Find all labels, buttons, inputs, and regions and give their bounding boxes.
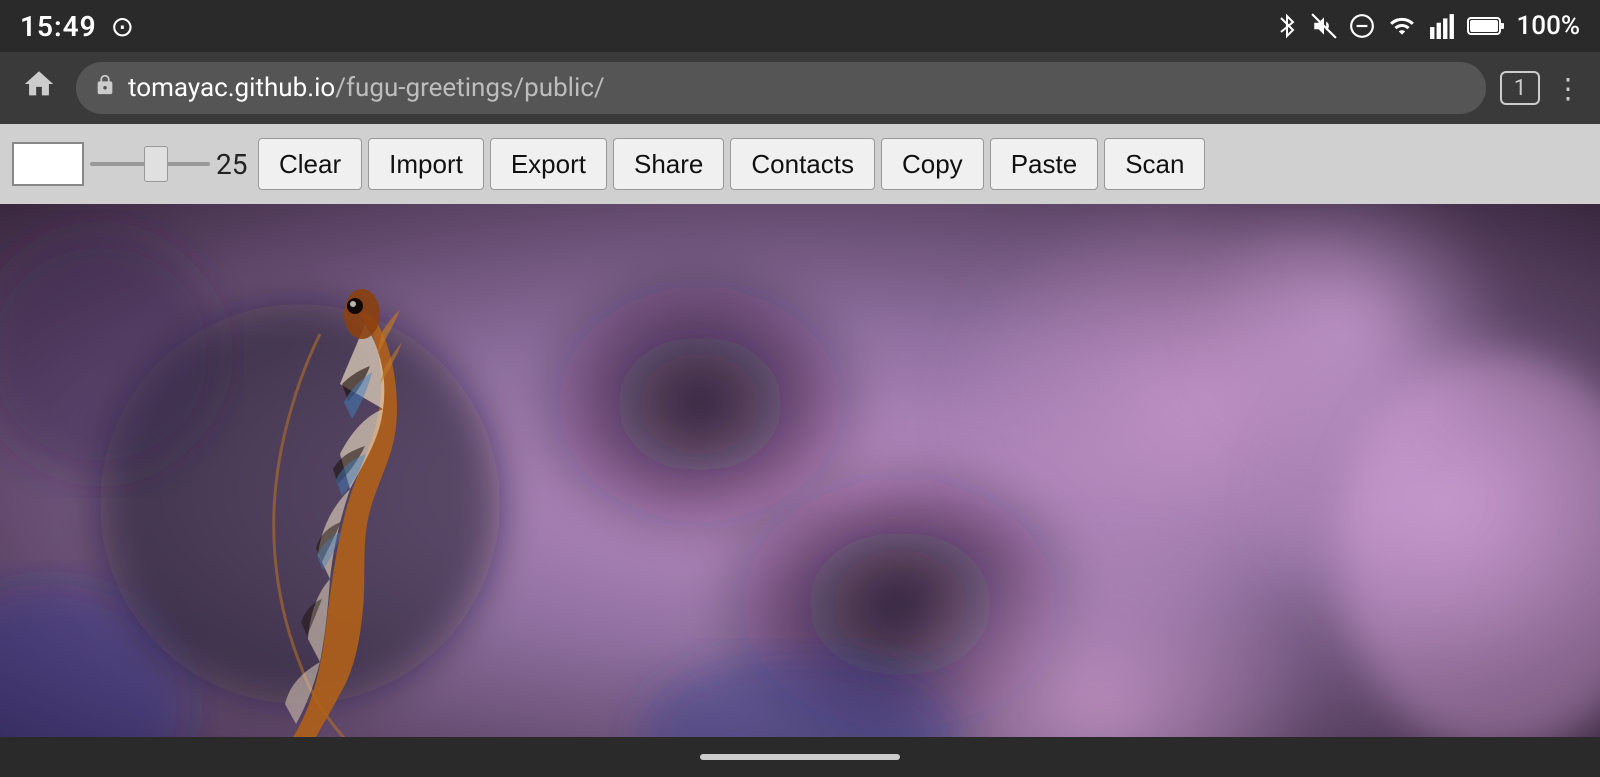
signal-icon: [1429, 13, 1455, 39]
url-text: tomayac.github.io/fugu-greetings/public/: [128, 73, 605, 103]
slider-thumb[interactable]: [144, 146, 168, 182]
address-bar-row: tomayac.github.io/fugu-greetings/public/…: [0, 52, 1600, 124]
more-menu-button[interactable]: ⋮: [1554, 72, 1584, 105]
size-slider[interactable]: [90, 162, 210, 166]
paste-button[interactable]: Paste: [990, 138, 1099, 190]
address-bar[interactable]: tomayac.github.io/fugu-greetings/public/: [76, 62, 1486, 114]
nav-bar: [0, 737, 1600, 777]
battery-icon: [1467, 15, 1505, 37]
battery-percent: 100%: [1517, 11, 1580, 41]
canvas-area[interactable]: [0, 204, 1600, 777]
tab-count-button[interactable]: 1: [1500, 71, 1540, 105]
export-button[interactable]: Export: [490, 138, 607, 190]
wifi-icon: [1387, 13, 1417, 39]
clear-button[interactable]: Clear: [258, 138, 362, 190]
bluetooth-icon: [1275, 12, 1299, 40]
slider-container: [90, 162, 210, 166]
toolbar: 25 Clear Import Export Share Contacts Co…: [0, 124, 1600, 204]
tab-count: 1: [1514, 76, 1526, 101]
scan-button[interactable]: Scan: [1104, 138, 1205, 190]
slider-value: 25: [216, 148, 252, 181]
url-domain: tomayac.github.io: [128, 73, 335, 103]
status-bar: 15:49 ⊙: [0, 0, 1600, 52]
home-button[interactable]: [16, 61, 62, 115]
lock-icon: [94, 73, 116, 103]
dnd-icon: [1349, 13, 1375, 39]
fish-scene: [0, 204, 1600, 777]
color-swatch[interactable]: [12, 142, 84, 186]
copy-button[interactable]: Copy: [881, 138, 984, 190]
share-button[interactable]: Share: [613, 138, 724, 190]
contacts-button[interactable]: Contacts: [730, 138, 875, 190]
url-path: /fugu-greetings/public/: [335, 73, 604, 103]
status-time: 15:49: [20, 10, 97, 43]
import-button[interactable]: Import: [368, 138, 484, 190]
home-indicator: [700, 754, 900, 760]
mute-icon: [1311, 12, 1337, 40]
status-left: 15:49 ⊙: [20, 10, 134, 43]
profile-icon: ⊙: [111, 10, 134, 43]
status-right: 100%: [1275, 11, 1580, 41]
